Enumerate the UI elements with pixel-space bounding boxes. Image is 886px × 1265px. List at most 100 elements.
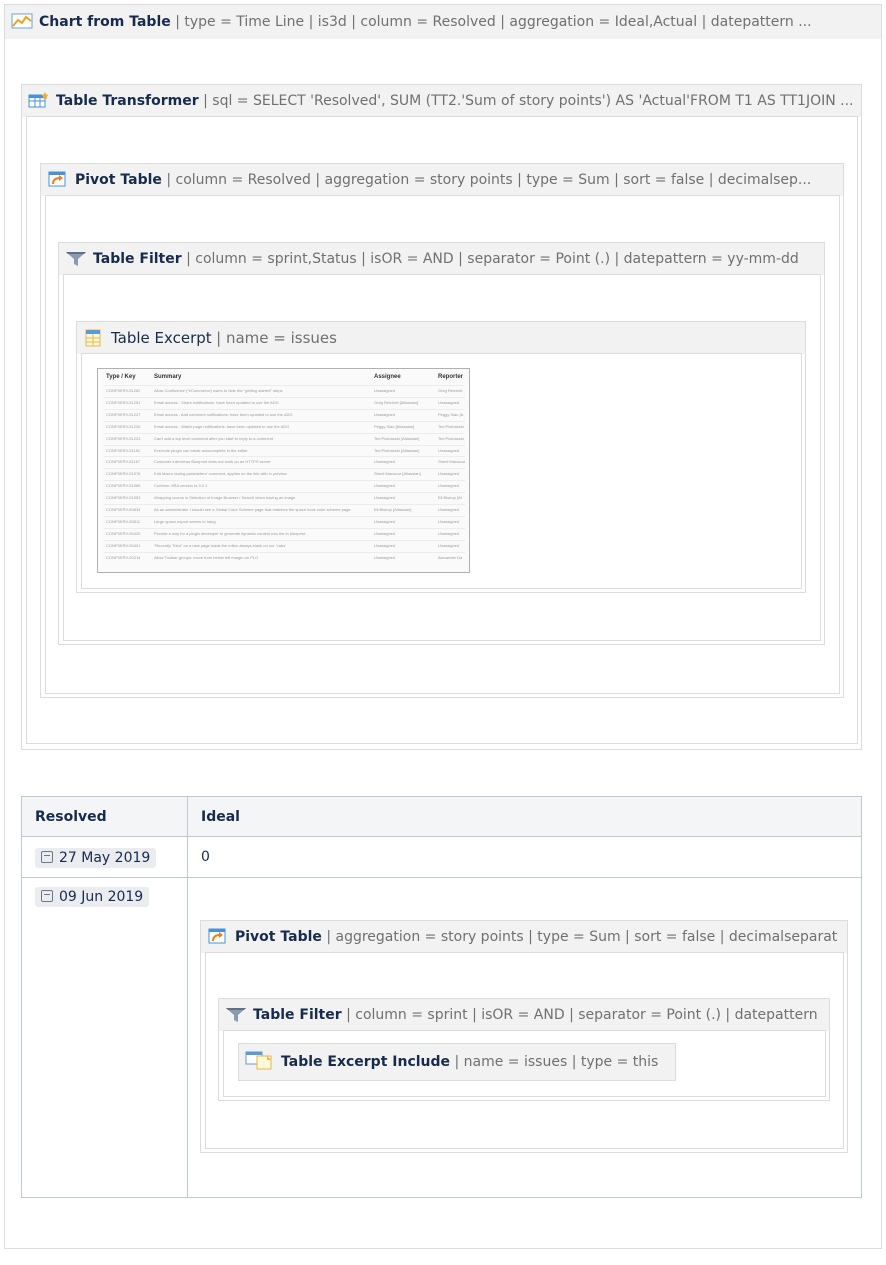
resolved-date: 09 Jun 2019 — [59, 889, 144, 905]
preview-cell: CONFSERV-50420 — [106, 530, 141, 536]
preview-row: CONFSERV-51262 Allow Confluence ("eCommer… — [104, 385, 465, 397]
table-excerpt-include-macro[interactable]: Table Excerpt Include | name = issues | … — [238, 1043, 676, 1081]
transformer-macro-params: | sql = SELECT 'Resolved', SUM (TT2.'Sum… — [203, 93, 854, 109]
preview-header-type: Type / Key — [106, 374, 136, 380]
preview-cell: Unassigned — [438, 507, 460, 512]
inner-pivot-macro-name: Pivot Table — [235, 929, 322, 945]
preview-cell: Wrapping occurs in Selection of Image Br… — [154, 495, 296, 501]
preview-row: CONFSERV-50401 "Recently Tried" on a new … — [104, 539, 465, 552]
preview-cell: Unassigned — [438, 399, 460, 405]
column-divider — [187, 797, 188, 1197]
pivot-table-icon — [207, 925, 229, 944]
preview-cell: Unassigned — [374, 554, 396, 560]
preview-cell: CONFSERV-50314 — [106, 554, 141, 560]
inner-filter-macro-name: Table Filter — [253, 1007, 342, 1023]
preview-cell: Ted Piotrowski — [438, 435, 464, 441]
table-header-ideal: Ideal — [188, 797, 861, 837]
preview-cell: CONFSERV-51076 — [106, 471, 141, 477]
inner-pivot-macro-params: | aggregation = story points | type = Su… — [326, 929, 838, 945]
pivot-macro-params: | column = Resolved | aggregation = stor… — [166, 172, 812, 188]
excerpt-macro-name: Table Excerpt — [111, 329, 212, 347]
chart-icon — [11, 9, 33, 29]
preview-cell: Unassigned — [438, 542, 460, 548]
preview-row: CONFSERV-51181 Evernote plugin can break … — [104, 444, 465, 457]
preview-cell: Greg Reichelt [Atlassian] — [374, 399, 419, 405]
preview-cell: Unassigned — [438, 447, 460, 453]
include-macro-params: | name = issues | type = this — [454, 1054, 659, 1070]
resolved-date-lozenge[interactable]: 27 May 2019 — [35, 848, 157, 868]
inner-pivot-macro-header[interactable]: Pivot Table | aggregation = story points… — [201, 921, 847, 953]
preview-cell: CONFSERV-50834 — [106, 507, 141, 512]
include-macro-name: Table Excerpt Include — [281, 1054, 451, 1070]
preview-cell: Unassigned — [438, 471, 460, 477]
preview-row: CONFSERV-51065 Conform JIRA version to 3.… — [104, 480, 465, 492]
preview-cell: CONFSERV-51225 — [106, 423, 141, 429]
excerpt-macro-header[interactable]: Table Excerpt | name = issues — [77, 322, 805, 354]
transformer-macro-name: Table Transformer — [56, 93, 199, 109]
filter-macro-params: | column = sprint,Status | isOR = AND | … — [186, 251, 799, 267]
include-macro-header[interactable]: Table Excerpt Include | name = issues | … — [239, 1044, 675, 1080]
row-divider — [22, 877, 861, 878]
excerpt-macro-params: | name = issues — [216, 329, 337, 347]
chart-macro-header[interactable]: Chart from Table | type = Time Line | is… — [5, 5, 881, 39]
preview-cell: CONFSERV-51065 — [106, 483, 141, 489]
ideal-value: 0 — [201, 849, 210, 865]
preview-cell: Unassigned — [374, 483, 396, 489]
preview-cell: Unassigned — [374, 388, 396, 393]
table-excerpt-include-icon — [245, 1048, 275, 1070]
preview-cell: As an administrator I should see a Globa… — [154, 507, 351, 512]
preview-cell: "Recently Tried" on a new page loads the… — [154, 542, 287, 548]
preview-cell: Unassigned — [374, 518, 396, 524]
transformer-macro-header[interactable]: Table Transformer | sql = SELECT 'Resolv… — [22, 85, 861, 117]
table-filter-icon — [65, 247, 87, 266]
filter-macro-name: Table Filter — [93, 251, 182, 267]
preview-cell: Sherif Mansour [Atlassian] — [374, 471, 421, 477]
table-filter-icon — [225, 1003, 247, 1022]
preview-cell: Unassigned — [374, 530, 396, 536]
excerpt-preview: Type / Key Summary Assignee Reporter CON… — [97, 368, 470, 573]
chart-macro-params: | type = Time Line | is3d | column = Res… — [175, 14, 812, 30]
preview-cell: Alexander Da — [438, 554, 463, 560]
preview-cell: Ted Piotrowski [Atlassian] — [374, 447, 420, 453]
preview-cell: Unassigned — [374, 459, 396, 465]
preview-row: CONFSERV-51167 Customer interviews Bluepr… — [104, 456, 465, 468]
preview-cell: Peggy Siao [A — [438, 411, 464, 417]
preview-cell: CONFSERV-50511 — [106, 518, 141, 524]
preview-cell: Provide a way for a plugin developer to … — [154, 530, 306, 536]
table-excerpt-icon — [83, 327, 105, 347]
resolved-date-lozenge[interactable]: 09 Jun 2019 — [35, 887, 150, 907]
preview-cell: Sherif Mansour — [438, 459, 466, 465]
calendar-icon — [41, 890, 53, 902]
pivot-macro-name: Pivot Table — [75, 172, 162, 188]
preview-cell: Unassigned — [438, 483, 460, 489]
preview-cell: Conform JIRA version to 3.0.1 — [154, 483, 208, 489]
preview-row: CONFSERV-51223 Can't add a top level comm… — [104, 432, 465, 445]
preview-cell: Large space export seems to hang — [154, 518, 216, 524]
preview-cell: Evernote plugin can break autocomplete i… — [154, 447, 248, 453]
preview-row: CONFSERV-51225 Email access - Watch page … — [104, 420, 465, 433]
filter-macro-header[interactable]: Table Filter | column = sprint,Status | … — [59, 243, 824, 275]
preview-cell: Can't add a top level comment after you … — [154, 435, 274, 441]
preview-cell: CONFSERV-50401 — [106, 542, 141, 548]
preview-row: CONFSERV-51076 Edit Macro during paramete… — [104, 468, 465, 480]
preview-cell: CONFSERV-51262 — [106, 388, 141, 393]
preview-cell: CONFSERV-51227 — [106, 411, 141, 417]
preview-cell: CONFSERV-51053 — [106, 495, 141, 501]
table-transformer-icon — [28, 89, 50, 108]
preview-header-assignee: Assignee — [374, 374, 401, 380]
preview-cell: Unassigned — [374, 411, 396, 417]
table-header-resolved: Resolved — [22, 797, 187, 837]
inner-filter-macro-header[interactable]: Table Filter | column = sprint | isOR = … — [219, 999, 829, 1031]
preview-cell: Greg Reichelt — [438, 388, 463, 393]
preview-cell: Edit Macro during parameters' comment, a… — [154, 471, 287, 477]
resolved-date: 27 May 2019 — [59, 850, 151, 866]
chart-macro-name: Chart from Table — [39, 14, 171, 30]
preview-row: CONFSERV-51053 Wrapping occurs in Selecti… — [104, 492, 465, 504]
pivot-macro-header[interactable]: Pivot Table | column = Resolved | aggreg… — [41, 164, 843, 196]
preview-row: CONFSERV-50314 Allow Toolbar groups: move… — [104, 551, 465, 564]
preview-cell: Email access - Share notifications: have… — [154, 399, 279, 405]
preview-cell: Peggy Siao [Atlassian] — [374, 423, 415, 429]
preview-cell: CONFSERV-51167 — [106, 459, 141, 465]
preview-row: CONFSERV-51251 Email access - Share notif… — [104, 396, 465, 409]
preview-cell: CONFSERV-51223 — [106, 435, 141, 441]
